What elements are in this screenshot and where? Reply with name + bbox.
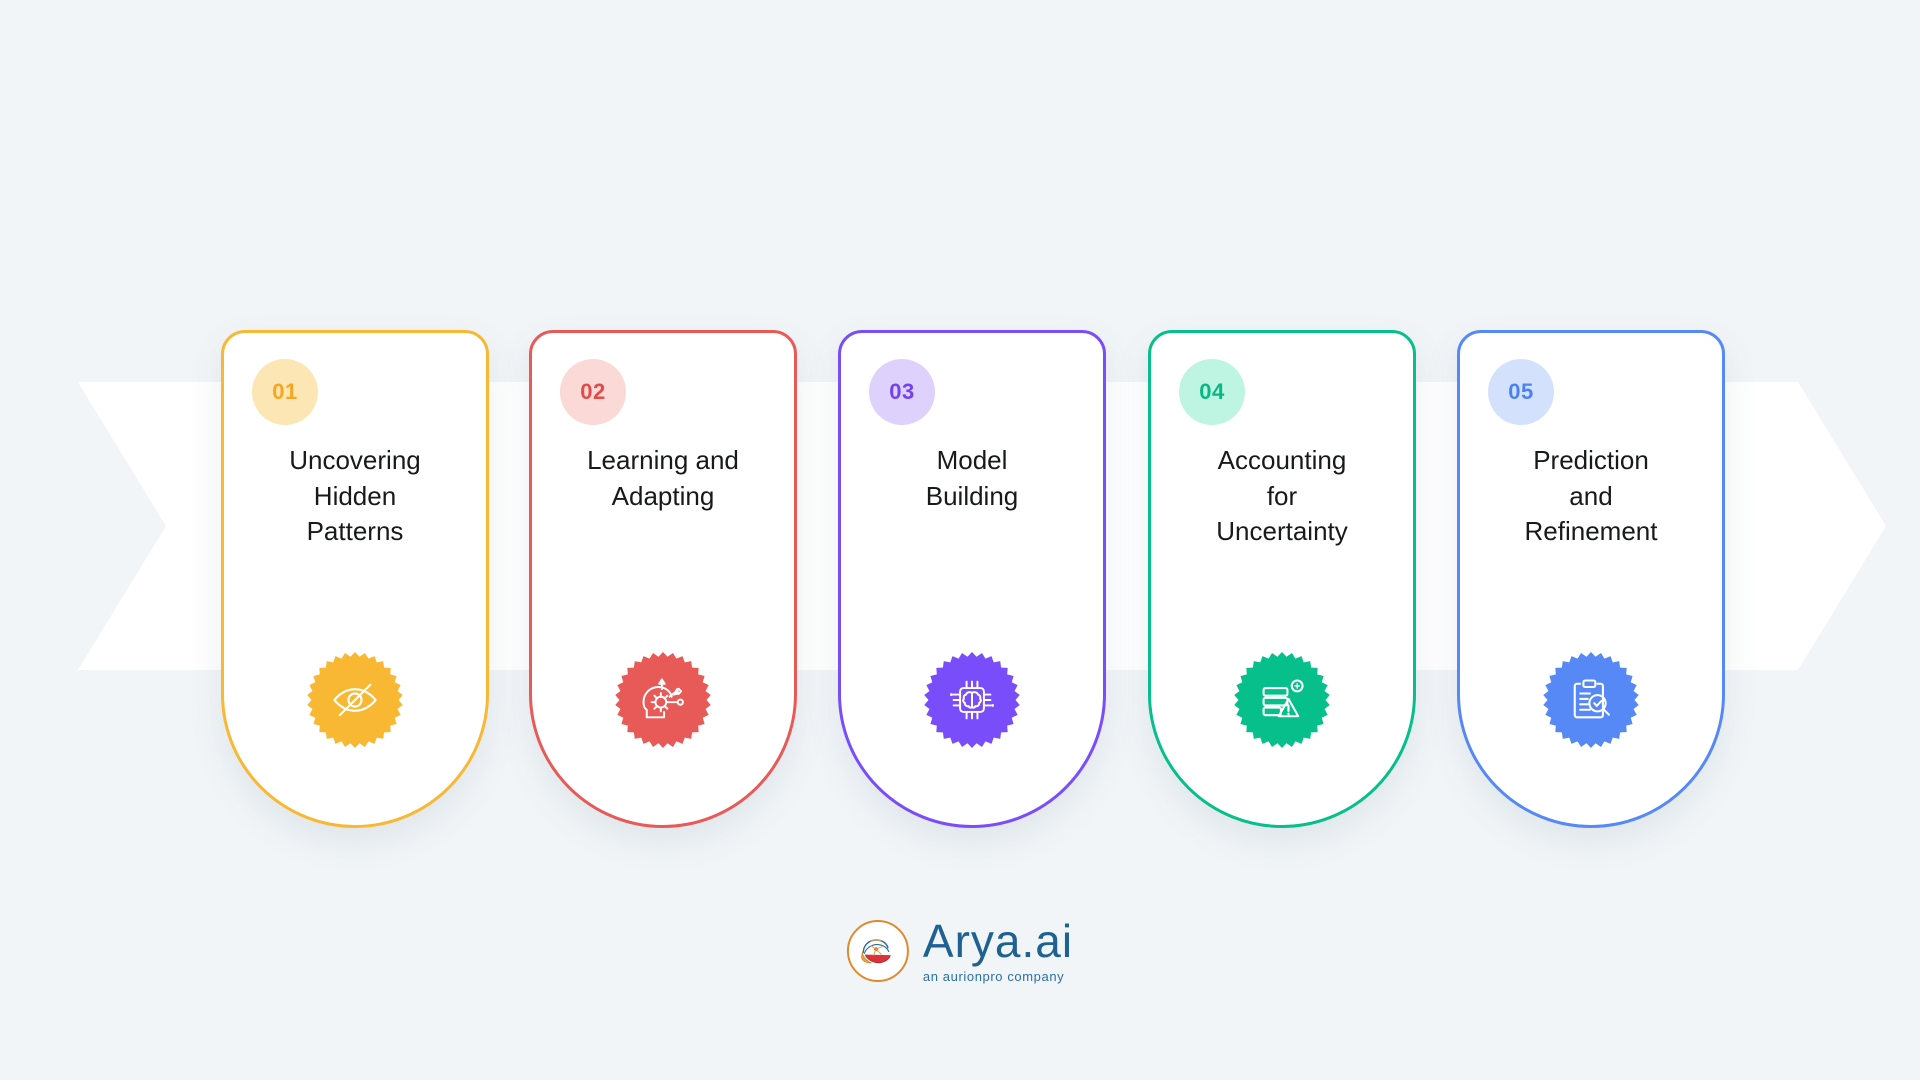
- eye-off-icon: [329, 674, 381, 726]
- step-icon-medallion: [923, 651, 1021, 749]
- step-card-03[interactable]: 03 Model Building: [838, 330, 1106, 828]
- step-card-body: 01 Uncovering Hidden Patterns: [224, 333, 486, 621]
- step-number-badge: 03: [869, 359, 935, 425]
- infographic-canvas: 01 Uncovering Hidden Patterns 02 Learning …: [0, 0, 1920, 1080]
- step-card-body: 02 Learning and Adapting: [532, 333, 794, 621]
- brand-logo: Arya.ai an aurionpro company: [846, 918, 1073, 983]
- step-number-badge: 02: [560, 359, 626, 425]
- step-icon-medallion: [306, 651, 404, 749]
- clipboard-check-search-icon: [1565, 674, 1617, 726]
- brain-circle-icon: [846, 919, 909, 982]
- step-icon-medallion: [614, 651, 712, 749]
- step-card-01[interactable]: 01 Uncovering Hidden Patterns: [221, 330, 489, 828]
- logo-text: Arya.ai an aurionpro company: [923, 918, 1073, 983]
- data-stack-warning-icon: [1256, 674, 1308, 726]
- step-card-02[interactable]: 02 Learning and Adapting: [529, 330, 797, 828]
- step-card-body: 05 Prediction and Refinement: [1460, 333, 1722, 621]
- step-icon-medallion: [1233, 651, 1331, 749]
- step-number-badge: 04: [1179, 359, 1245, 425]
- logo-tagline: an aurionpro company: [922, 969, 1065, 984]
- logo-name: Arya.ai: [922, 915, 1074, 967]
- step-card-05[interactable]: 05 Prediction and Refinement: [1457, 330, 1725, 828]
- step-number-badge: 01: [252, 359, 318, 425]
- step-card-body: 04 Accounting for Uncertainty: [1151, 333, 1413, 621]
- step-card-body: 03 Model Building: [841, 333, 1103, 621]
- step-title: Accounting for Uncertainty: [1216, 445, 1348, 547]
- step-icon-medallion: [1542, 651, 1640, 749]
- step-number-badge: 05: [1488, 359, 1554, 425]
- step-title: Learning and Adapting: [587, 445, 739, 511]
- head-gear-adapt-icon: [637, 674, 689, 726]
- step-title: Model Building: [925, 445, 1019, 511]
- brain-chip-icon: [946, 674, 998, 726]
- step-title: Uncovering Hidden Patterns: [289, 445, 421, 547]
- step-title: Prediction and Refinement: [1524, 445, 1658, 547]
- step-card-04[interactable]: 04 Accounting for Uncertainty: [1148, 330, 1416, 828]
